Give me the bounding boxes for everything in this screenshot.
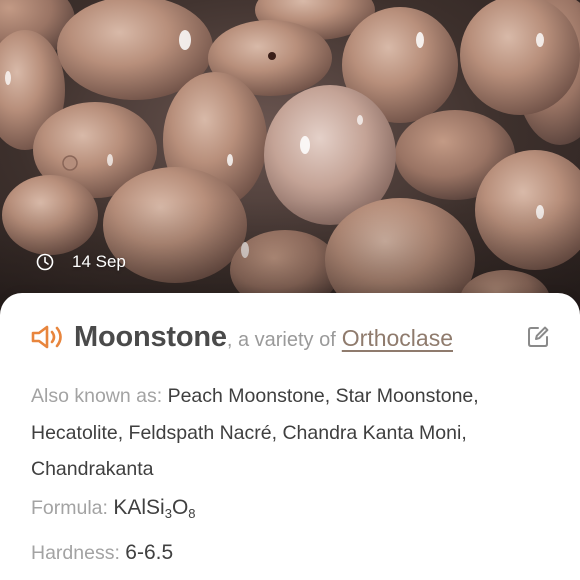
parent-mineral-link[interactable]: Orthoclase bbox=[342, 322, 453, 352]
hardness-label: Hardness: bbox=[31, 542, 126, 564]
gemstone-photo[interactable]: 14 Sep bbox=[0, 0, 580, 320]
formula-value: KAlSi3O8 bbox=[113, 496, 196, 521]
hardness-value: 6-6.5 bbox=[125, 541, 174, 564]
also-known-as-label: Also known as: bbox=[31, 385, 168, 407]
hardness: Hardness: 6-6.5 bbox=[31, 541, 551, 565]
formula-label: Formula: bbox=[31, 497, 114, 519]
moonstone-beads-image bbox=[0, 0, 580, 320]
speaker-icon[interactable] bbox=[30, 322, 68, 352]
title-row: Moonstone , a variety of Orthoclase bbox=[30, 317, 560, 357]
variety-text: , a variety of bbox=[226, 328, 336, 351]
date-chip: 14 Sep bbox=[36, 252, 126, 272]
edit-icon[interactable] bbox=[526, 325, 550, 349]
formula: Formula: KAlSi3O8 bbox=[31, 496, 551, 521]
stone-info-card: Moonstone , a variety of Orthoclase Also… bbox=[0, 293, 580, 580]
clock-icon bbox=[36, 253, 54, 271]
stone-name: Moonstone bbox=[74, 320, 227, 353]
capture-date: 14 Sep bbox=[72, 252, 126, 271]
also-known-as: Also known as: Peach Moonstone, Star Moo… bbox=[31, 378, 551, 488]
